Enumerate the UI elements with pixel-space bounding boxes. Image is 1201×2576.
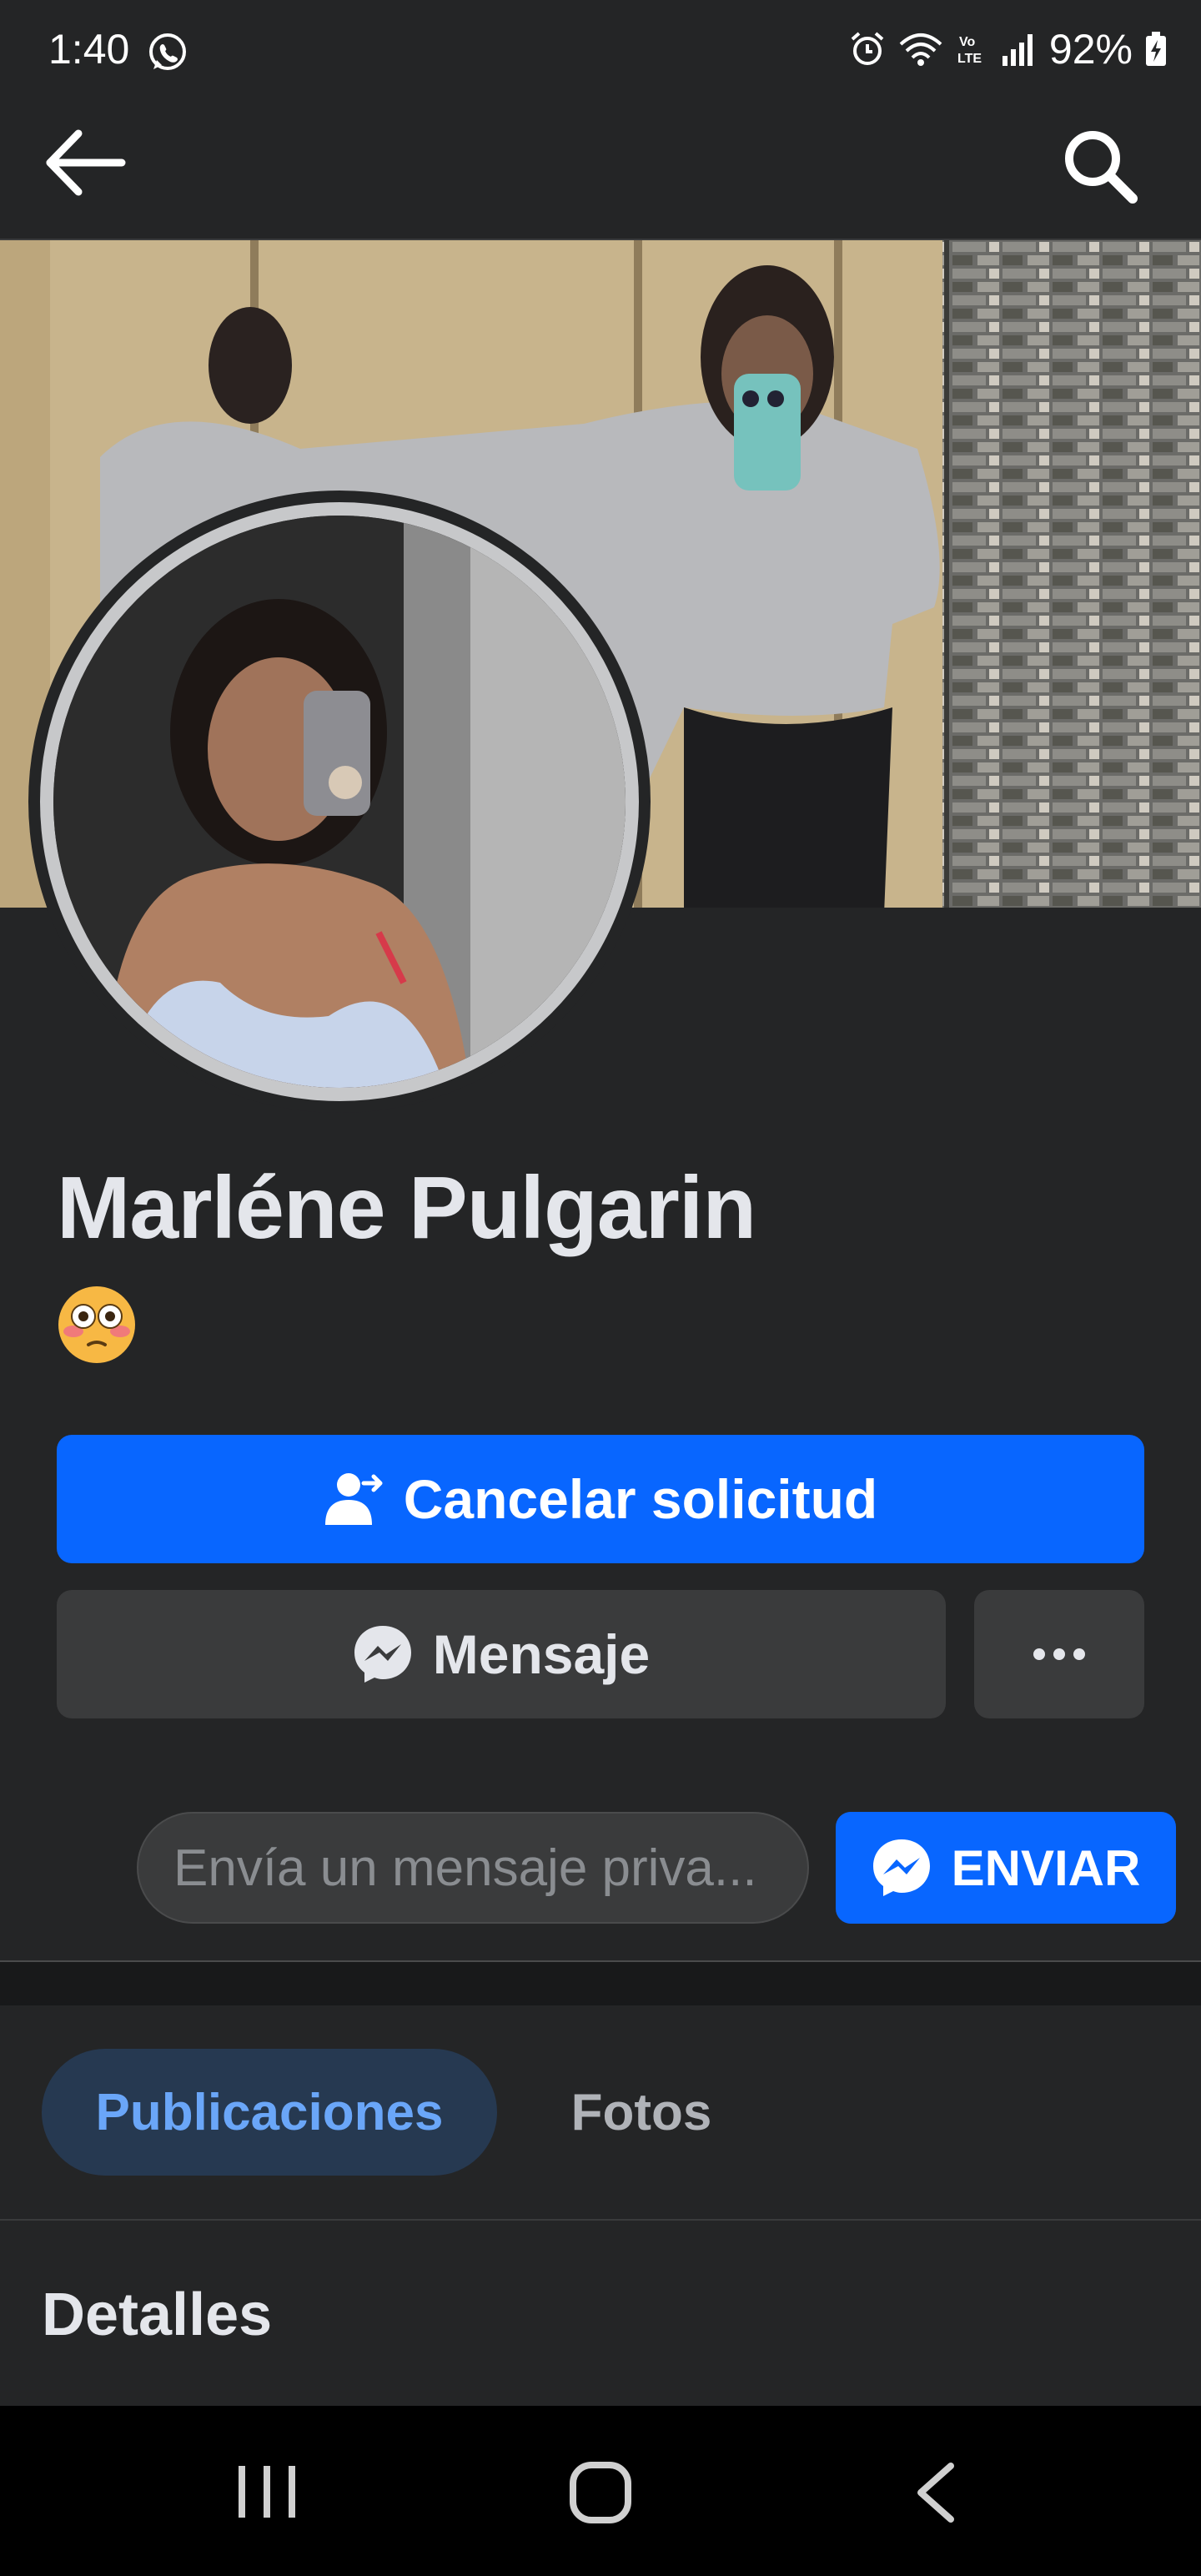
- tab-publicaciones[interactable]: Publicaciones: [42, 2049, 497, 2176]
- recent-apps-icon[interactable]: [235, 2463, 299, 2521]
- tab-label: Publicaciones: [95, 2083, 444, 2141]
- messenger-icon: [872, 1839, 930, 1896]
- cancel-request-button[interactable]: Cancelar solicitud: [57, 1435, 1144, 1563]
- tab-fotos[interactable]: Fotos: [545, 2049, 737, 2176]
- message-button[interactable]: Mensaje: [57, 1590, 946, 1718]
- search-icon[interactable]: [1058, 123, 1141, 207]
- details-heading: Detalles: [42, 2282, 273, 2348]
- battery-icon: [1146, 32, 1166, 66]
- svg-text:LTE: LTE: [957, 52, 982, 66]
- top-bar: [0, 107, 1201, 240]
- battery-percent: 92%: [1048, 26, 1133, 73]
- message-label: Mensaje: [432, 1623, 651, 1685]
- messenger-icon: [354, 1626, 411, 1683]
- alarm-icon: [851, 32, 884, 65]
- nav-back-icon[interactable]: [911, 2461, 959, 2524]
- whatsapp-icon: [149, 33, 186, 70]
- private-message-input[interactable]: Envía un mensaje priva...: [137, 1812, 809, 1924]
- profile-name: Marléne Pulgarin: [57, 1159, 756, 1257]
- status-bar: 1:40 Vo LTE 92%: [0, 0, 1201, 107]
- cancel-request-label: Cancelar solicitud: [403, 1468, 878, 1530]
- send-button[interactable]: ENVIAR: [836, 1812, 1176, 1924]
- avatar[interactable]: [53, 516, 626, 1088]
- signal-icon: [1002, 34, 1033, 66]
- tab-label: Fotos: [570, 2083, 712, 2141]
- svg-text:Vo: Vo: [959, 35, 975, 49]
- status-time: 1:40: [48, 26, 130, 73]
- section-gap: [0, 1962, 1201, 2005]
- private-message-placeholder: Envía un mensaje priva...: [173, 1839, 757, 1897]
- back-arrow-icon[interactable]: [42, 125, 128, 200]
- home-icon[interactable]: [569, 2461, 632, 2524]
- wifi-icon: [899, 33, 942, 66]
- status-right: Vo LTE 92%: [849, 25, 1168, 73]
- add-friend-pending-icon: [324, 1473, 383, 1525]
- send-label: ENVIAR: [951, 1839, 1141, 1896]
- tabs-divider: [0, 2219, 1201, 2221]
- more-button[interactable]: [974, 1590, 1144, 1718]
- volte-icon: Vo LTE: [957, 35, 982, 66]
- more-dots-icon: [1033, 1648, 1085, 1660]
- bio-emoji: [57, 1285, 137, 1365]
